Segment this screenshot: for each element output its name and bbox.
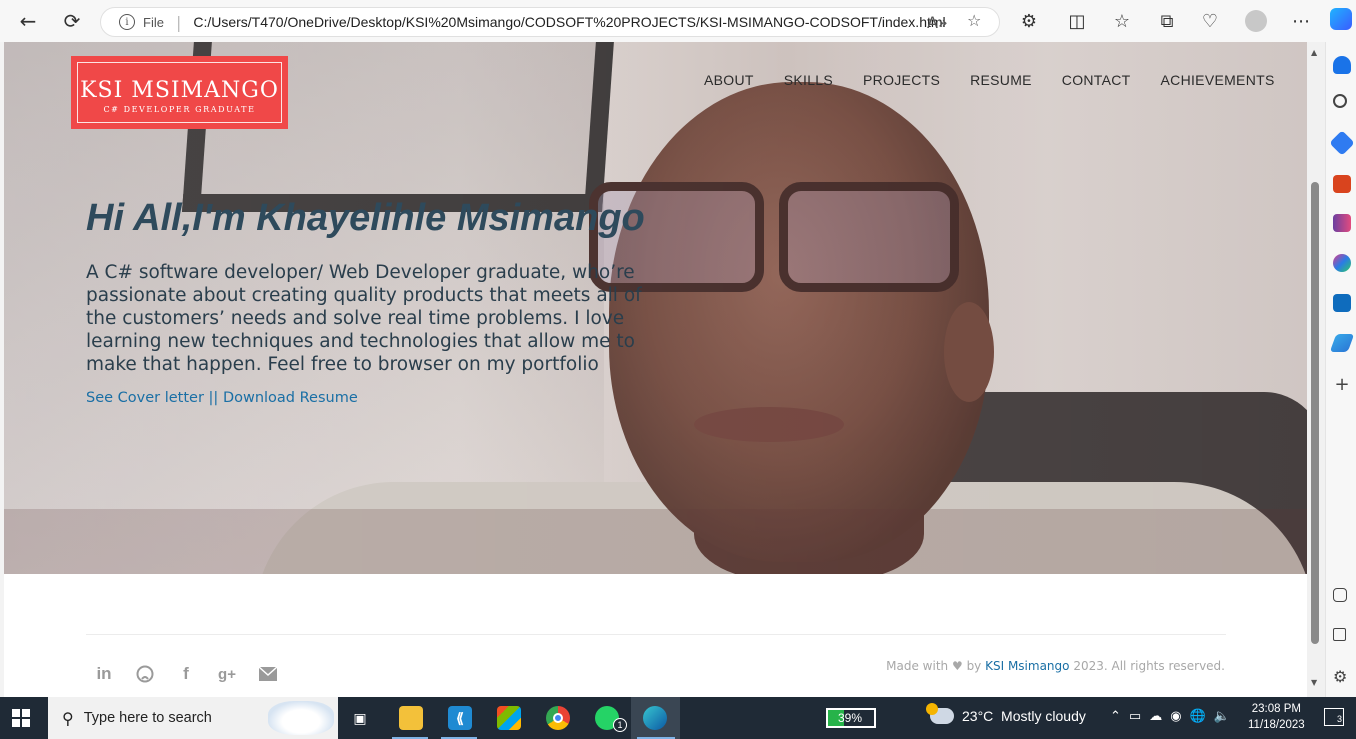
download-resume-link[interactable]: Download Resume <box>223 390 358 406</box>
footer-brand-link[interactable]: KSI Msimango <box>985 659 1069 673</box>
chrome-icon[interactable] <box>546 706 570 730</box>
facebook-icon[interactable]: f <box>176 664 196 684</box>
search-highlight-image <box>268 701 334 735</box>
hero-headline: Hi All,I'm Khayelihle Msimango <box>86 197 645 239</box>
system-tray: ⌃ ▭ ☁ ◉ 🌐 🔈 <box>1110 709 1230 724</box>
windows-taskbar: ⚲ Type here to search ▣ ⟪ 1 39% 23°C Mos… <box>0 697 1356 739</box>
taskbar-search[interactable]: ⚲ Type here to search <box>48 697 338 739</box>
favorite-star-icon[interactable]: ☆ <box>967 11 981 30</box>
scroll-up-icon[interactable]: ▲ <box>1311 48 1317 57</box>
split-screen-icon[interactable]: ◫ <box>1065 9 1089 33</box>
task-view-icon[interactable]: ▣ <box>348 706 372 730</box>
hero-section: KSI MSIMANGO C# DEVELOPER GRADUATE ABOUT… <box>4 42 1307 574</box>
taskbar-search-placeholder: Type here to search <box>83 710 212 726</box>
main-nav: ABOUT SKILLS PROJECTS RESUME CONTACT ACH… <box>704 72 1275 88</box>
google-plus-icon[interactable]: g+ <box>217 664 237 684</box>
tray-battery-icon[interactable]: ▭ <box>1129 709 1141 724</box>
collections-icon[interactable]: ⧉ <box>1155 9 1179 33</box>
by-text: by <box>966 659 982 673</box>
browser-toolbar: ← ⟳ i File | C:/Users/T470/OneDrive/Desk… <box>0 0 1356 42</box>
whatsapp-badge: 1 <box>613 718 627 732</box>
outlook-icon[interactable] <box>1333 294 1351 312</box>
tray-volume-icon[interactable]: 🔈 <box>1214 709 1230 724</box>
scroll-thumb[interactable] <box>1311 182 1319 644</box>
nav-skills[interactable]: SKILLS <box>784 72 833 88</box>
telegram-send-icon[interactable] <box>1329 334 1355 352</box>
address-separator: | <box>175 12 182 32</box>
open-external-icon[interactable] <box>1333 628 1346 641</box>
info-icon[interactable]: i <box>119 14 135 30</box>
microsoft-store-icon[interactable] <box>497 706 521 730</box>
browser-sidebar: + ⚙ <box>1325 42 1356 697</box>
hero-bio: A C# software developer/ Web Developer g… <box>86 262 642 375</box>
site-logo[interactable]: KSI MSIMANGO C# DEVELOPER GRADUATE <box>71 56 288 129</box>
battery-indicator[interactable]: 39% <box>826 708 876 728</box>
shopping-tag-icon[interactable] <box>1329 130 1355 156</box>
nav-about[interactable]: ABOUT <box>704 72 754 88</box>
made-with-text: Made with <box>886 659 949 673</box>
nav-resume[interactable]: RESUME <box>970 72 1032 88</box>
file-label: File <box>143 14 164 30</box>
weather-cloud-icon <box>926 703 954 724</box>
search-icon: ⚲ <box>62 708 74 728</box>
hero-links: See Cover letter || Download Resume <box>86 390 358 406</box>
tools-briefcase-icon[interactable] <box>1333 175 1351 193</box>
footer-divider <box>86 634 1226 635</box>
profile-avatar[interactable] <box>1244 9 1268 33</box>
tray-onedrive-icon[interactable]: ☁ <box>1149 709 1162 724</box>
taskbar-clock[interactable]: 23:08 PM 11/18/2023 <box>1248 701 1305 733</box>
add-icon[interactable]: + <box>1333 376 1351 394</box>
tray-chevron-icon[interactable]: ⌃ <box>1110 709 1121 724</box>
search-icon[interactable] <box>1333 94 1347 108</box>
tray-network-icon[interactable]: 🌐 <box>1190 709 1206 724</box>
extensions-icon[interactable]: ⚙ <box>1017 9 1041 33</box>
sidebar-panel-icon[interactable] <box>1333 588 1347 602</box>
refresh-icon[interactable]: ⟳ <box>54 3 90 39</box>
microsoft-365-icon[interactable] <box>1333 254 1351 272</box>
clock-time: 23:08 PM <box>1251 703 1301 715</box>
nav-contact[interactable]: CONTACT <box>1062 72 1131 88</box>
url-text[interactable]: C:/Users/T470/OneDrive/Desktop/KSI%20Msi… <box>193 14 945 30</box>
weather-widget[interactable]: 23°C Mostly cloudy <box>926 703 1086 724</box>
vscode-icon[interactable]: ⟪ <box>448 706 472 730</box>
social-links: in f g+ <box>94 664 278 684</box>
address-bar[interactable]: i File | C:/Users/T470/OneDrive/Desktop/… <box>100 7 1000 37</box>
page-scrollbar[interactable]: ▲ ▼ <box>1307 42 1325 697</box>
settings-gear-icon[interactable]: ⚙ <box>1333 668 1351 686</box>
scroll-down-icon[interactable]: ▼ <box>1311 678 1317 687</box>
tray-camera-icon[interactable]: ◉ <box>1170 709 1181 724</box>
cover-letter-link[interactable]: See Cover letter <box>86 390 204 406</box>
notification-bell-icon[interactable] <box>1333 56 1351 74</box>
notification-count: 3 <box>1336 714 1342 724</box>
copyright: Made with ♥ by KSI Msimango 2023. All ri… <box>886 659 1225 673</box>
more-menu-icon[interactable]: ⋯ <box>1289 9 1313 33</box>
favorites-icon[interactable]: ☆ <box>1110 9 1134 33</box>
web-page: KSI MSIMANGO C# DEVELOPER GRADUATE ABOUT… <box>4 42 1307 697</box>
github-icon[interactable] <box>135 664 155 684</box>
read-aloud-icon[interactable]: A» <box>927 13 948 32</box>
copilot-icon[interactable] <box>1330 8 1352 30</box>
mail-icon[interactable] <box>258 664 278 684</box>
nav-projects[interactable]: PROJECTS <box>863 72 940 88</box>
games-icon[interactable] <box>1333 214 1351 232</box>
weather-text: 23°C Mostly cloudy <box>962 708 1086 724</box>
clock-date: 11/18/2023 <box>1248 719 1305 731</box>
performance-icon[interactable]: ♡ <box>1198 9 1222 33</box>
heart-icon: ♥ <box>951 659 963 673</box>
links-separator: || <box>203 390 223 406</box>
battery-percent: 39% <box>838 711 863 725</box>
logo-border <box>77 62 282 123</box>
notification-center-icon[interactable]: 3 <box>1324 708 1344 726</box>
nav-achievements[interactable]: ACHIEVEMENTS <box>1161 72 1275 88</box>
rights-text: 2023. All rights reserved. <box>1073 659 1225 673</box>
file-explorer-icon[interactable] <box>399 706 423 730</box>
back-icon[interactable]: ← <box>10 3 46 39</box>
weather-sun-icon <box>926 703 938 715</box>
windows-start-icon[interactable] <box>12 709 30 727</box>
linkedin-icon[interactable]: in <box>94 664 114 684</box>
edge-icon[interactable] <box>643 706 667 730</box>
